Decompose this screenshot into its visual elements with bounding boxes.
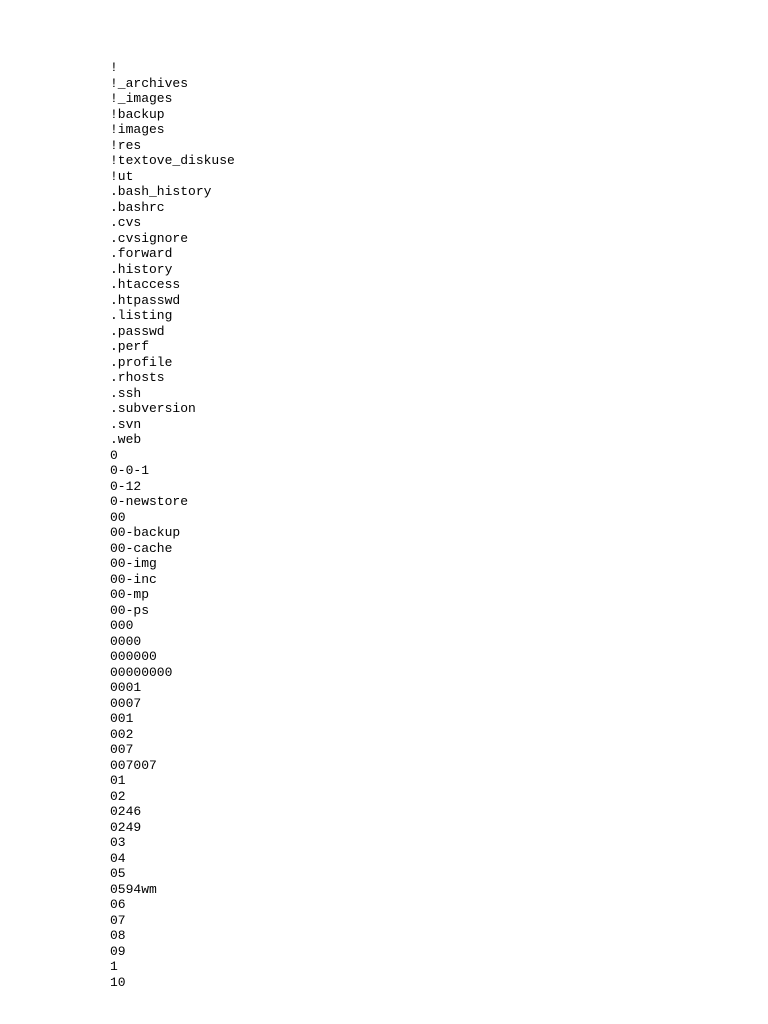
wordlist-line: 0246 — [110, 804, 768, 820]
wordlist-line: 02 — [110, 789, 768, 805]
wordlist-line: .passwd — [110, 324, 768, 340]
wordlist-line: 000 — [110, 618, 768, 634]
wordlist-line: 00 — [110, 510, 768, 526]
wordlist-line: 0001 — [110, 680, 768, 696]
wordlist-line: !_archives — [110, 76, 768, 92]
wordlist-line: 1 — [110, 959, 768, 975]
wordlist-line: 03 — [110, 835, 768, 851]
wordlist-line: .web — [110, 432, 768, 448]
wordlist-line: 002 — [110, 727, 768, 743]
wordlist-line: ! — [110, 60, 768, 76]
wordlist-line: 00-inc — [110, 572, 768, 588]
wordlist-line: .htpasswd — [110, 293, 768, 309]
wordlist-line: 0-12 — [110, 479, 768, 495]
wordlist-line: .listing — [110, 308, 768, 324]
wordlist-line: .subversion — [110, 401, 768, 417]
wordlist-line: 00-ps — [110, 603, 768, 619]
wordlist-line: .bash_history — [110, 184, 768, 200]
wordlist-line: 0000 — [110, 634, 768, 650]
wordlist-container: !!_archives!_images!backup!images!res!te… — [110, 60, 768, 990]
wordlist-line: .profile — [110, 355, 768, 371]
wordlist-line: !res — [110, 138, 768, 154]
wordlist-line: !images — [110, 122, 768, 138]
wordlist-line: .perf — [110, 339, 768, 355]
wordlist-line: 00000000 — [110, 665, 768, 681]
wordlist-line: 01 — [110, 773, 768, 789]
wordlist-line: 0 — [110, 448, 768, 464]
wordlist-line: 07 — [110, 913, 768, 929]
wordlist-line: 06 — [110, 897, 768, 913]
wordlist-line: .history — [110, 262, 768, 278]
wordlist-line: .svn — [110, 417, 768, 433]
wordlist-line: !backup — [110, 107, 768, 123]
wordlist-line: 0-newstore — [110, 494, 768, 510]
wordlist-line: 05 — [110, 866, 768, 882]
wordlist-line: .htaccess — [110, 277, 768, 293]
wordlist-line: 001 — [110, 711, 768, 727]
wordlist-line: 08 — [110, 928, 768, 944]
wordlist-line: 007007 — [110, 758, 768, 774]
wordlist-line: .forward — [110, 246, 768, 262]
wordlist-line: !_images — [110, 91, 768, 107]
wordlist-line: .bashrc — [110, 200, 768, 216]
wordlist-line: 0-0-1 — [110, 463, 768, 479]
wordlist-line: 00-mp — [110, 587, 768, 603]
wordlist-line: 00-img — [110, 556, 768, 572]
wordlist-line: 007 — [110, 742, 768, 758]
wordlist-line: 0007 — [110, 696, 768, 712]
wordlist-line: .rhosts — [110, 370, 768, 386]
wordlist-line: .ssh — [110, 386, 768, 402]
wordlist-line: 09 — [110, 944, 768, 960]
wordlist-line: 00-cache — [110, 541, 768, 557]
wordlist-line: !textove_diskuse — [110, 153, 768, 169]
wordlist-line: 0249 — [110, 820, 768, 836]
wordlist-line: !ut — [110, 169, 768, 185]
wordlist-line: 10 — [110, 975, 768, 991]
wordlist-line: 0594wm — [110, 882, 768, 898]
wordlist-line: .cvsignore — [110, 231, 768, 247]
wordlist-line: 00-backup — [110, 525, 768, 541]
wordlist-line: .cvs — [110, 215, 768, 231]
wordlist-line: 04 — [110, 851, 768, 867]
wordlist-line: 000000 — [110, 649, 768, 665]
